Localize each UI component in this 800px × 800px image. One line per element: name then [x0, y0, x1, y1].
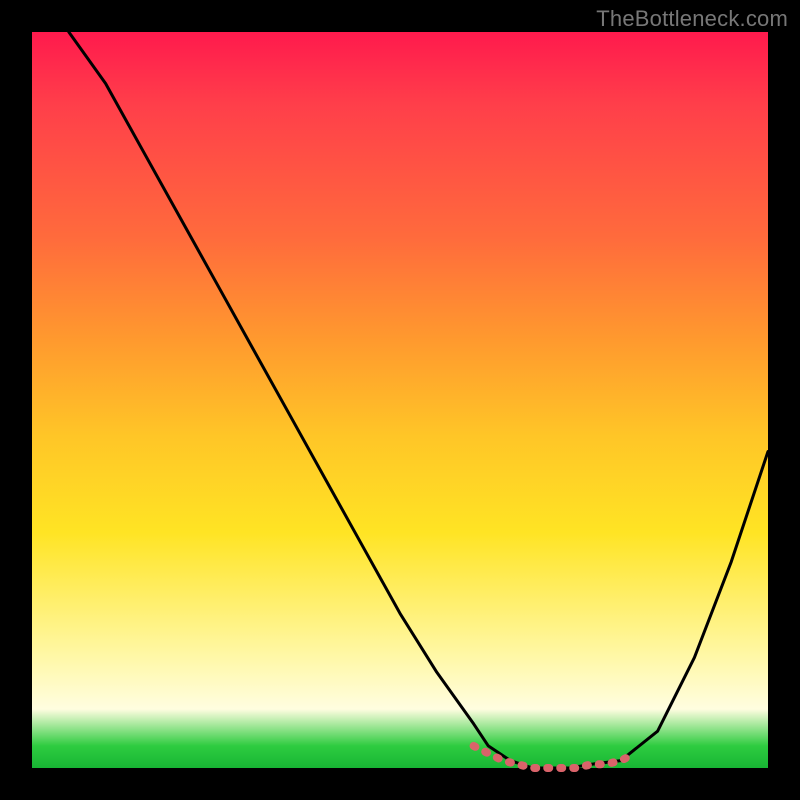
watermark-text: TheBottleneck.com [596, 6, 788, 32]
curve-layer [32, 32, 768, 768]
plot-area [32, 32, 768, 768]
bottleneck-curve [69, 32, 768, 768]
chart-frame: TheBottleneck.com [0, 0, 800, 800]
bottom-marker [474, 746, 636, 768]
